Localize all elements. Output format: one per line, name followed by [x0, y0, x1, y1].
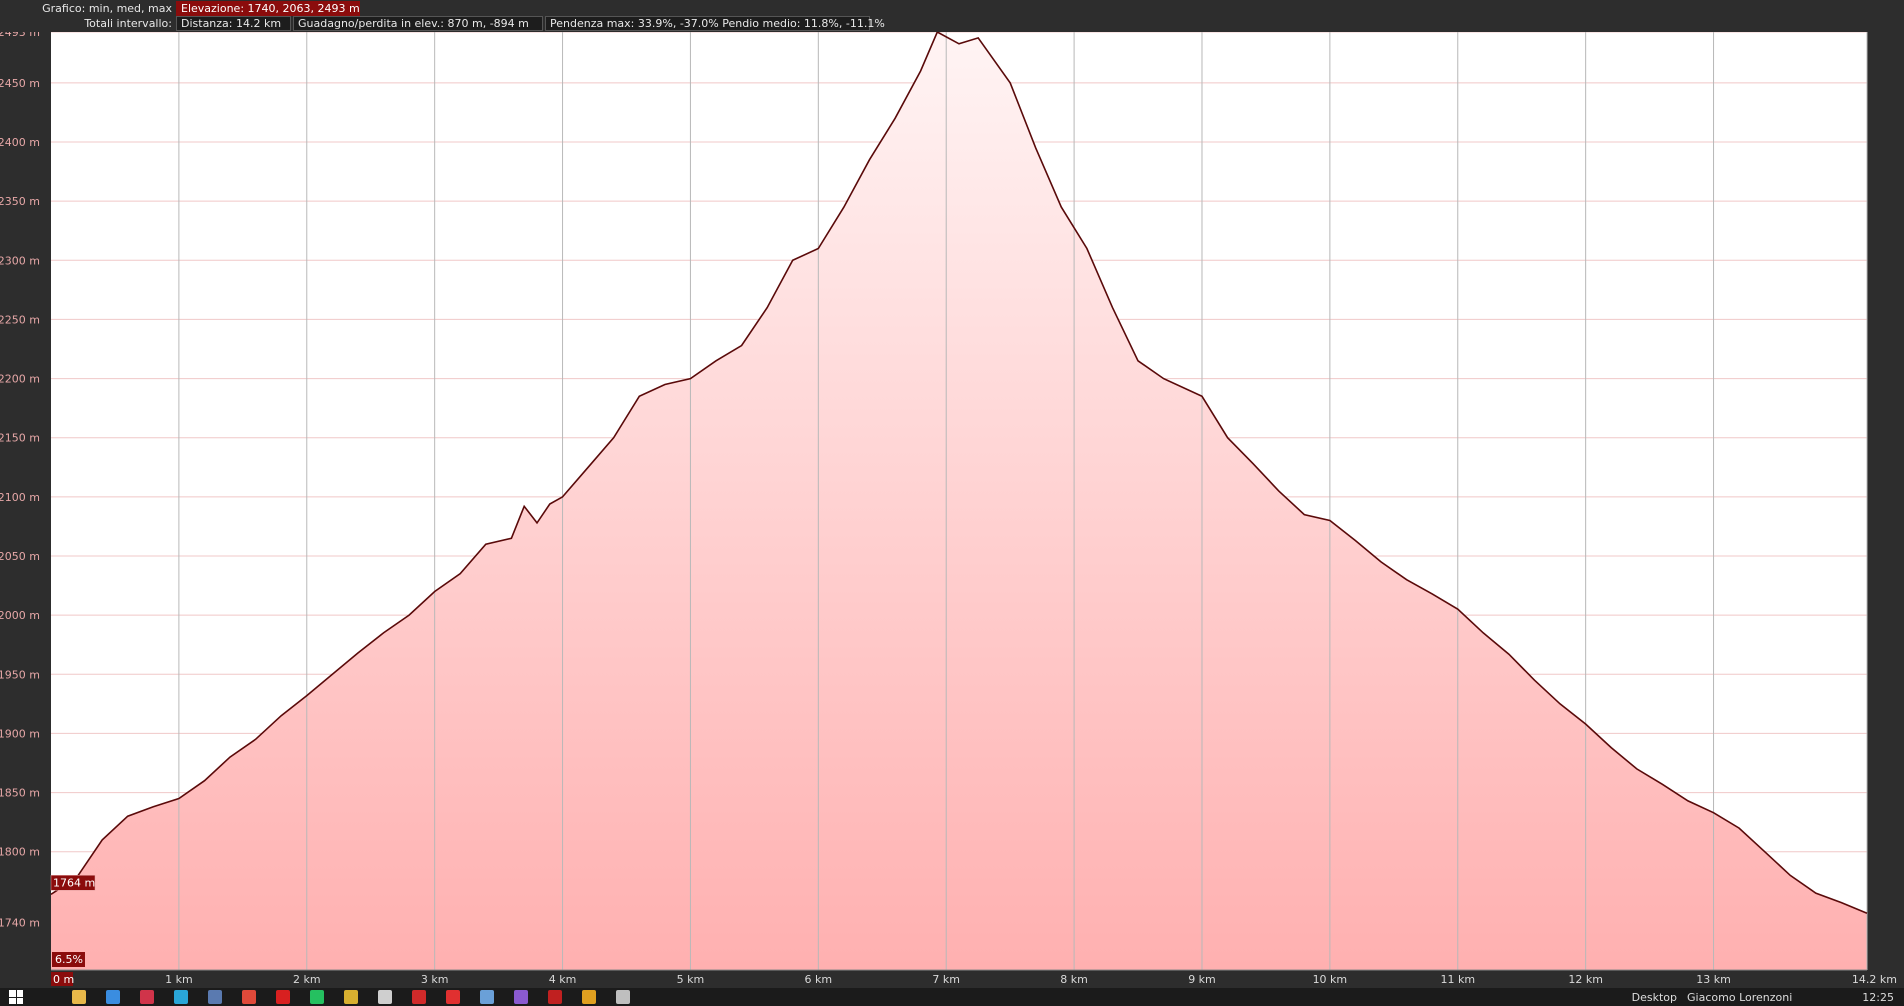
- stats-row-chart: Grafico: min, med, max Elevazione: 1740,…: [0, 0, 362, 16]
- y-tick-label: 2150 m: [0, 432, 40, 445]
- stats-bar: Grafico: min, med, max Elevazione: 1740,…: [0, 0, 1904, 32]
- edge-blue-icon[interactable]: [174, 990, 188, 1004]
- x-tick-label: 14.2 km: [1852, 973, 1897, 986]
- taskbar: Desktop Giacomo Lorenzoni 12:25: [0, 988, 1904, 1006]
- x-tick-label: 9 km: [1188, 973, 1216, 986]
- interval-stats-label: Totali intervallo:: [84, 16, 172, 30]
- x-tick-label: 13 km: [1696, 973, 1731, 986]
- x-tick-label: 7 km: [932, 973, 960, 986]
- x-tick-label: 4 km: [549, 973, 577, 986]
- app-red-icon[interactable]: [140, 990, 154, 1004]
- y-tick-label: 1900 m: [0, 727, 40, 740]
- pen-icon[interactable]: [446, 990, 460, 1004]
- y-tick-label: 1950 m: [0, 668, 40, 681]
- file-explorer-icon[interactable]: [72, 990, 86, 1004]
- chart-stats-label: Grafico: min, med, max: [42, 1, 172, 15]
- gradient-label: 6.5%: [55, 953, 83, 966]
- pdf-icon[interactable]: [412, 990, 426, 1004]
- elevation-profile-svg[interactable]: 1740 m 1800 m 1850 m 1900 m 1950 m 2000 m 2050…: [0, 32, 1904, 988]
- x-tick-label: 0 m: [53, 973, 74, 986]
- distance-stats: Distanza: 14.2 km: [176, 15, 291, 31]
- camera-icon[interactable]: [378, 990, 392, 1004]
- y-axis-ticks: 1740 m 1800 m 1850 m 1900 m 1950 m 2000 m 2050…: [0, 32, 40, 930]
- elevation-chart[interactable]: 1740 m 1800 m 1850 m 1900 m 1950 m 2000 m 2050…: [0, 32, 1904, 988]
- y-tick-label: 1800 m: [0, 846, 40, 859]
- x-tick-label: 1 km: [165, 973, 193, 986]
- y-tick-label: 2350 m: [0, 195, 40, 208]
- y-tick-label: 2300 m: [0, 254, 40, 267]
- y-tick-label: 2250 m: [0, 313, 40, 326]
- y-tick-label: 2050 m: [0, 550, 40, 563]
- clock[interactable]: 12:25: [1862, 991, 1894, 1004]
- stats-row-interval: Totali intervallo: Distanza: 14.2 km Gua…: [0, 15, 885, 31]
- y-tick-label: 2400 m: [0, 136, 40, 149]
- start-button[interactable]: [0, 988, 32, 1006]
- notes-icon[interactable]: [480, 990, 494, 1004]
- x-tick-label: 2 km: [293, 973, 321, 986]
- settings-icon[interactable]: [582, 990, 596, 1004]
- start-elevation-label: 1764 m: [53, 876, 95, 889]
- chrome-icon[interactable]: [242, 990, 256, 1004]
- filezilla-icon[interactable]: [548, 990, 562, 1004]
- x-tick-label: 12 km: [1568, 973, 1603, 986]
- x-axis-ticks: 0 m 1 km 2 km 3 km 4 km 5 km 6 km 7 km 8 km 9 km 1…: [51, 969, 1897, 986]
- y-tick-label: 2000 m: [0, 609, 40, 622]
- start-elevation-marker: 1764 m: [50, 875, 96, 891]
- x-tick-label: 3 km: [421, 973, 449, 986]
- slope-stats: Pendenza max: 33.9%, -37.0% Pendio medio…: [545, 15, 885, 31]
- x-tick-label: 8 km: [1060, 973, 1088, 986]
- elevation-stats: Elevazione: 1740, 2063, 2493 m: [176, 0, 360, 16]
- edge-icon[interactable]: [106, 990, 120, 1004]
- globe-icon[interactable]: [616, 990, 630, 1004]
- windows-icon: [9, 990, 23, 1004]
- opera-icon[interactable]: [276, 990, 290, 1004]
- y-tick-label: 2100 m: [0, 491, 40, 504]
- system-tray: Desktop Giacomo Lorenzoni 12:25: [1632, 988, 1904, 1006]
- gain-loss-stats: Guadagno/perdita in elev.: 870 m, -894 m: [293, 15, 543, 31]
- calculator-icon[interactable]: [208, 990, 222, 1004]
- y-tick-label: 1740 m: [0, 917, 40, 930]
- taskbar-apps: [62, 990, 640, 1004]
- whatsapp-icon[interactable]: [310, 990, 324, 1004]
- x-tick-label: 10 km: [1313, 973, 1348, 986]
- y-tick-label: 2200 m: [0, 373, 40, 386]
- gradient-marker: 6.5%: [52, 952, 85, 967]
- y-tick-label: 1850 m: [0, 787, 40, 800]
- x-tick-label: 6 km: [805, 973, 833, 986]
- figure-icon[interactable]: [344, 990, 358, 1004]
- visual-studio-icon[interactable]: [514, 990, 528, 1004]
- user-name[interactable]: Giacomo Lorenzoni: [1687, 991, 1792, 1004]
- desktop-toolbar[interactable]: Desktop: [1632, 991, 1677, 1004]
- y-tick-label: 2493 m: [0, 32, 40, 39]
- x-tick-label: 11 km: [1440, 973, 1475, 986]
- y-tick-label: 2450 m: [0, 77, 40, 90]
- x-tick-label: 5 km: [677, 973, 705, 986]
